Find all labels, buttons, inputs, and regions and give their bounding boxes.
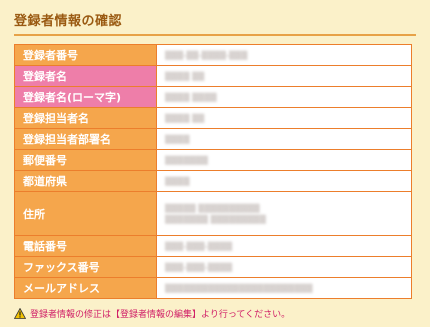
page-title: 登録者情報の確認	[14, 14, 123, 29]
table-row-email: メールアドレス ▒▒▒▒▒▒▒▒▒▒▒▒▒▒▒▒▒▒▒▒▒▒▒▒	[14, 277, 412, 299]
table-row-contact-department: 登録担当者部署名 ▒▒▒▒	[14, 128, 412, 150]
registrant-name-roman-text: ▒▒▒▒ ▒▒▒▒	[165, 92, 217, 102]
title-divider	[14, 34, 416, 36]
postal-code-text: ▒▒▒▒▒▒▒	[165, 155, 209, 165]
edit-instruction-text: 登録者情報の修正は【登録者情報の編集】より行ってください。	[30, 310, 291, 320]
address-value: ▒▒▒▒▒ ▒▒▒▒▒▒▒▒▒▒ ▒▒▒▒▒▒▒ ▒▒▒▒▒▒▒▒▒	[156, 191, 412, 236]
registrant-name-roman-value: ▒▒▒▒ ▒▒▒▒	[156, 86, 412, 108]
phone-value: ▒▒▒-▒▒▒-▒▒▒▒	[156, 235, 412, 257]
registrant-info-table: 登録者番号 ▒▒▒-▒▒-▒▒▒▒-▒▒▒ 登録者名 ▒▒▒▒ ▒▒ 登録者名(…	[14, 44, 412, 299]
registrant-name-roman-label: 登録者名(ローマ字)	[14, 86, 157, 108]
prefecture-label: 都道府県	[14, 170, 157, 192]
registrant-number-value: ▒▒▒-▒▒-▒▒▒▒-▒▒▒	[156, 44, 412, 66]
address-line-2: ▒▒▒▒▒▒▒ ▒▒▒▒▒▒▒▒▒	[165, 214, 266, 224]
email-text: ▒▒▒▒▒▒▒▒▒▒▒▒▒▒▒▒▒▒▒▒▒▒▒▒	[165, 283, 313, 293]
registrant-number-label: 登録者番号	[14, 44, 157, 66]
contact-name-value: ▒▒▒▒ ▒▒	[156, 107, 412, 129]
email-label: メールアドレス	[14, 277, 157, 299]
fax-label: ファックス番号	[14, 256, 157, 278]
contact-department-label: 登録担当者部署名	[14, 128, 157, 150]
table-row-phone: 電話番号 ▒▒▒-▒▒▒-▒▒▒▒	[14, 235, 412, 257]
postal-code-label: 郵便番号	[14, 149, 157, 171]
contact-department-value: ▒▒▒▒	[156, 128, 412, 150]
table-row-fax: ファックス番号 ▒▒▒-▒▒▒-▒▒▒▒	[14, 256, 412, 278]
email-value: ▒▒▒▒▒▒▒▒▒▒▒▒▒▒▒▒▒▒▒▒▒▒▒▒	[156, 277, 412, 299]
table-row-address: 住所 ▒▒▒▒▒ ▒▒▒▒▒▒▒▒▒▒ ▒▒▒▒▒▒▒ ▒▒▒▒▒▒▒▒▒	[14, 191, 412, 236]
registrant-confirmation-panel: 登録者情報の確認 登録者番号 ▒▒▒-▒▒-▒▒▒▒-▒▒▒ 登録者名 ▒▒▒▒…	[0, 0, 430, 327]
contact-name-label: 登録担当者名	[14, 107, 157, 129]
address-label: 住所	[14, 191, 157, 236]
address-line-1: ▒▒▒▒▒ ▒▒▒▒▒▒▒▒▒▒	[165, 203, 260, 213]
contact-department-text: ▒▒▒▒	[165, 134, 190, 144]
table-row-registrant-number: 登録者番号 ▒▒▒-▒▒-▒▒▒▒-▒▒▒	[14, 44, 412, 66]
phone-label: 電話番号	[14, 235, 157, 257]
table-row-registrant-name-roman: 登録者名(ローマ字) ▒▒▒▒ ▒▒▒▒	[14, 86, 412, 108]
contact-name-text: ▒▒▒▒ ▒▒	[165, 113, 205, 123]
fax-text: ▒▒▒-▒▒▒-▒▒▒▒	[165, 262, 233, 272]
registrant-name-label: 登録者名	[14, 65, 157, 87]
table-row-registrant-name: 登録者名 ▒▒▒▒ ▒▒	[14, 65, 412, 87]
prefecture-text: ▒▒▒▒	[165, 176, 190, 186]
postal-code-value: ▒▒▒▒▒▒▒	[156, 149, 412, 171]
registrant-name-value: ▒▒▒▒ ▒▒	[156, 65, 412, 87]
warning-icon	[14, 308, 26, 319]
phone-text: ▒▒▒-▒▒▒-▒▒▒▒	[165, 241, 233, 251]
table-row-prefecture: 都道府県 ▒▒▒▒	[14, 170, 412, 192]
registrant-name-text: ▒▒▒▒ ▒▒	[165, 71, 205, 81]
table-row-contact-name: 登録担当者名 ▒▒▒▒ ▒▒	[14, 107, 412, 129]
registrant-number-text: ▒▒▒-▒▒-▒▒▒▒-▒▒▒	[165, 50, 248, 60]
table-row-postal-code: 郵便番号 ▒▒▒▒▒▒▒	[14, 149, 412, 171]
edit-instruction-note: 登録者情報の修正は【登録者情報の編集】より行ってください。	[14, 307, 416, 320]
prefecture-value: ▒▒▒▒	[156, 170, 412, 192]
fax-value: ▒▒▒-▒▒▒-▒▒▒▒	[156, 256, 412, 278]
